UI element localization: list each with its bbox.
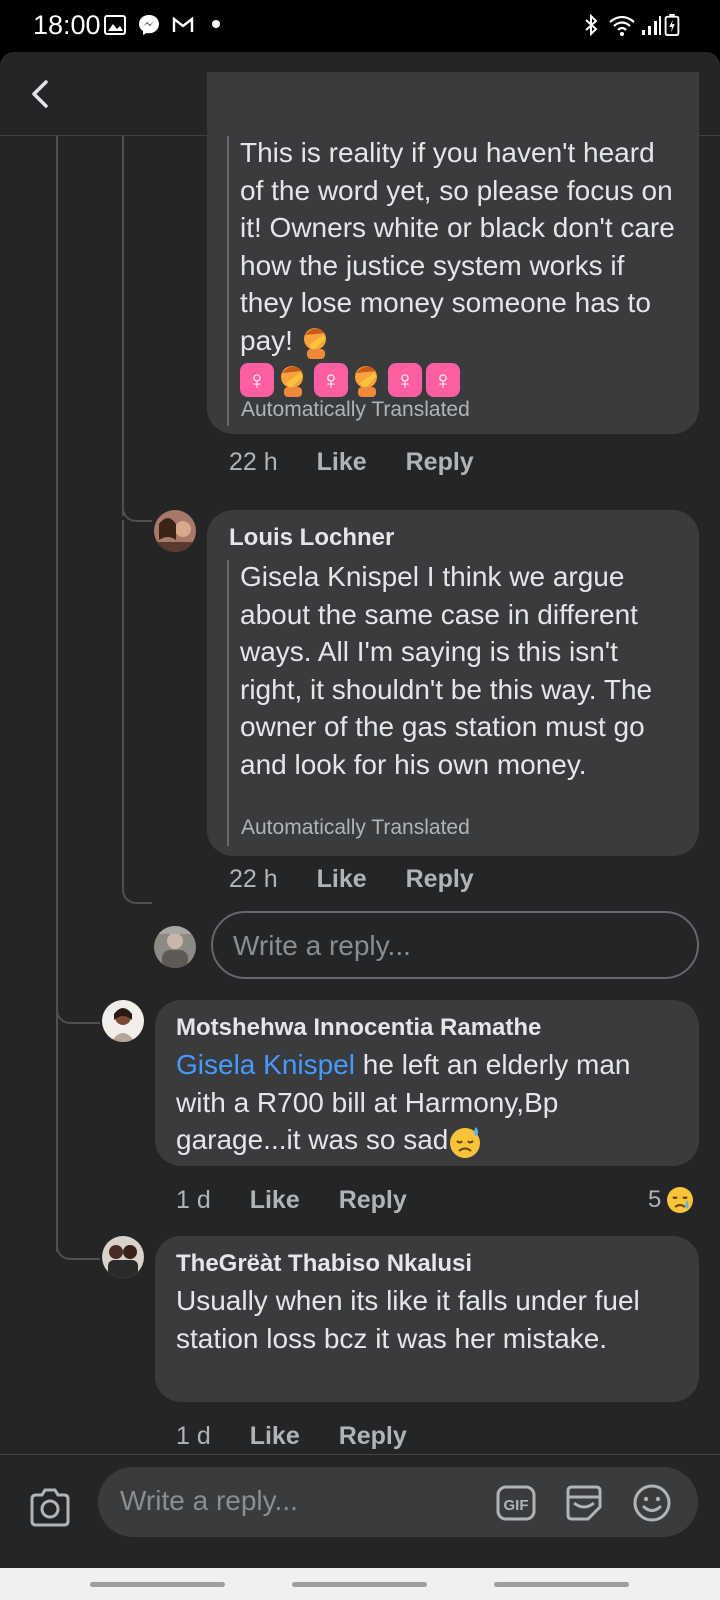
messenger-icon [139, 15, 159, 35]
like-button[interactable]: Like [317, 448, 367, 476]
avatar[interactable] [102, 1000, 144, 1042]
translation-bar [227, 560, 229, 846]
reply-input[interactable]: Write a reply... [211, 911, 699, 979]
thread-connector [56, 1002, 100, 1024]
thread-line-outer [56, 136, 58, 1252]
comment-text: This is reality if you haven't heard of … [240, 137, 675, 356]
thread-connector [122, 884, 152, 904]
sad-sweat-emoji [450, 1126, 481, 1158]
comment-body: Usually when its like it falls under fue… [176, 1285, 640, 1354]
comment-time: 22 h [229, 865, 278, 893]
comment-input[interactable]: Write a reply... GIF [98, 1467, 698, 1537]
nav-recents[interactable] [90, 1582, 225, 1587]
like-button[interactable]: Like [250, 1186, 300, 1214]
bluetooth-icon [585, 14, 598, 36]
crying-face-emoji [667, 1187, 694, 1213]
comment-actions: 22 h Like Reply [229, 865, 474, 894]
comment-time: 22 h [229, 448, 278, 476]
mention-link[interactable]: Gisela Knispel [176, 1049, 355, 1080]
thread-line-inner-2 [122, 520, 124, 890]
reply-button[interactable]: Reply [406, 448, 474, 476]
nav-back[interactable] [494, 1582, 629, 1587]
thread-connector [56, 1238, 100, 1260]
camera-icon[interactable] [28, 1485, 72, 1529]
gmail-icon [172, 16, 194, 32]
reply-button[interactable]: Reply [339, 1422, 407, 1450]
facepalm-emoji [303, 328, 326, 360]
facepalm-emoji [281, 365, 303, 397]
gif-icon[interactable]: GIF [494, 1481, 538, 1525]
avatar[interactable] [154, 510, 196, 552]
sticker-icon[interactable] [562, 1481, 606, 1525]
comment-actions: 1 d Like Reply [176, 1422, 407, 1451]
emoji-icon[interactable] [630, 1481, 674, 1525]
female-sign-emoji: ♀ [388, 362, 422, 397]
like-button[interactable]: Like [317, 865, 367, 893]
nav-home[interactable] [292, 1582, 427, 1587]
female-sign-emoji: ♀ [426, 362, 460, 397]
signal-icon [642, 16, 661, 35]
thread-connector [122, 502, 152, 522]
avatar[interactable] [102, 1236, 144, 1278]
battery-icon [664, 14, 680, 36]
composer-placeholder: Write a reply... [120, 1485, 298, 1516]
comment-time: 1 d [176, 1422, 211, 1450]
like-button[interactable]: Like [250, 1422, 300, 1450]
thread-line-inner [122, 136, 124, 516]
status-bar: 18:00 [0, 0, 720, 52]
translation-bar [227, 136, 229, 426]
wifi-icon [609, 15, 635, 36]
system-nav-bar [0, 1568, 720, 1600]
notification-dot [212, 20, 220, 28]
comment-author[interactable]: Louis Lochner [229, 524, 394, 552]
gallery-icon [104, 15, 126, 35]
comment-body: Gisela Knispel I think we argue about th… [240, 561, 653, 780]
comment-body: Gisela Knispel he left an elderly man wi… [176, 1046, 686, 1159]
reply-placeholder: Write a reply... [233, 930, 411, 961]
reaction-count: 5 [648, 1186, 662, 1213]
comment-actions: 1 d Like Reply [176, 1186, 407, 1215]
female-sign-emoji: ♀ [240, 362, 274, 397]
facepalm-emoji [355, 365, 377, 397]
replies-screen: Replies This is reality if you haven't h… [0, 52, 720, 1600]
translated-label[interactable]: Automatically Translated [241, 816, 470, 840]
female-sign-emoji: ♀ [314, 362, 348, 397]
comment-body: This is reality if you haven't heard of … [240, 134, 685, 397]
comment-author[interactable]: TheGrëàt Thabiso Nkalusi [176, 1250, 472, 1278]
comment-author[interactable]: Motshehwa Innocentia Ramathe [176, 1014, 541, 1042]
translated-label[interactable]: Automatically Translated [241, 398, 470, 422]
comment-actions: 22 h Like Reply [229, 448, 474, 477]
gif-label: GIF [504, 1497, 529, 1514]
comment-time: 1 d [176, 1186, 211, 1214]
reply-button[interactable]: Reply [339, 1186, 407, 1214]
status-time: 18:00 [33, 10, 101, 40]
reply-button[interactable]: Reply [406, 865, 474, 893]
reaction-summary[interactable]: 5 [648, 1185, 695, 1215]
current-user-avatar [154, 926, 196, 968]
